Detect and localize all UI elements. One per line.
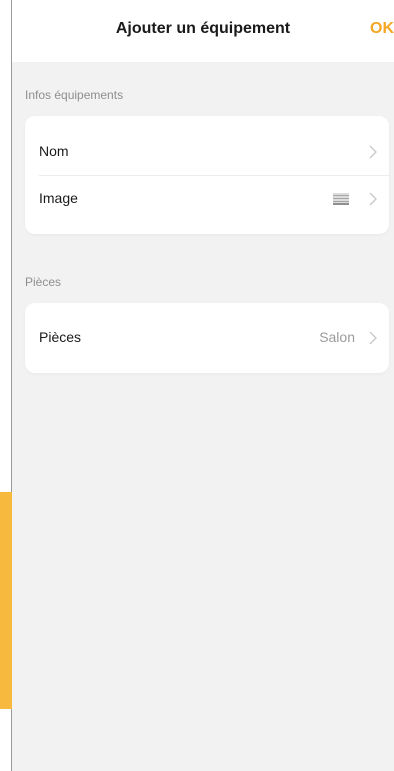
navigation-bar: Ajouter un équipement OK [12,0,394,62]
section-label-pieces: Pièces [25,275,62,289]
section-label-infos: Infos équipements [25,88,124,102]
row-nom[interactable]: Nom [25,128,389,176]
chevron-right-icon [369,192,377,206]
image-thumbnail-icon [333,193,349,205]
page-title: Ajouter un équipement [115,20,291,37]
chevron-right-icon [369,331,377,345]
chevron-right-icon [369,145,377,159]
row-image[interactable]: Image [25,175,389,223]
row-nom-label: Nom [39,143,69,159]
row-pieces[interactable]: Pièces Salon [25,314,389,362]
row-pieces-label: Pièces [39,329,82,345]
ok-button[interactable]: OK [370,20,394,38]
row-image-label: Image [39,190,78,206]
row-pieces-value: Salon [319,329,355,345]
card-infos: Nom Image [25,116,389,234]
card-pieces: Pièces Salon [25,303,389,373]
app-screen: Ajouter un équipement OK Infos équipemen… [12,0,394,771]
